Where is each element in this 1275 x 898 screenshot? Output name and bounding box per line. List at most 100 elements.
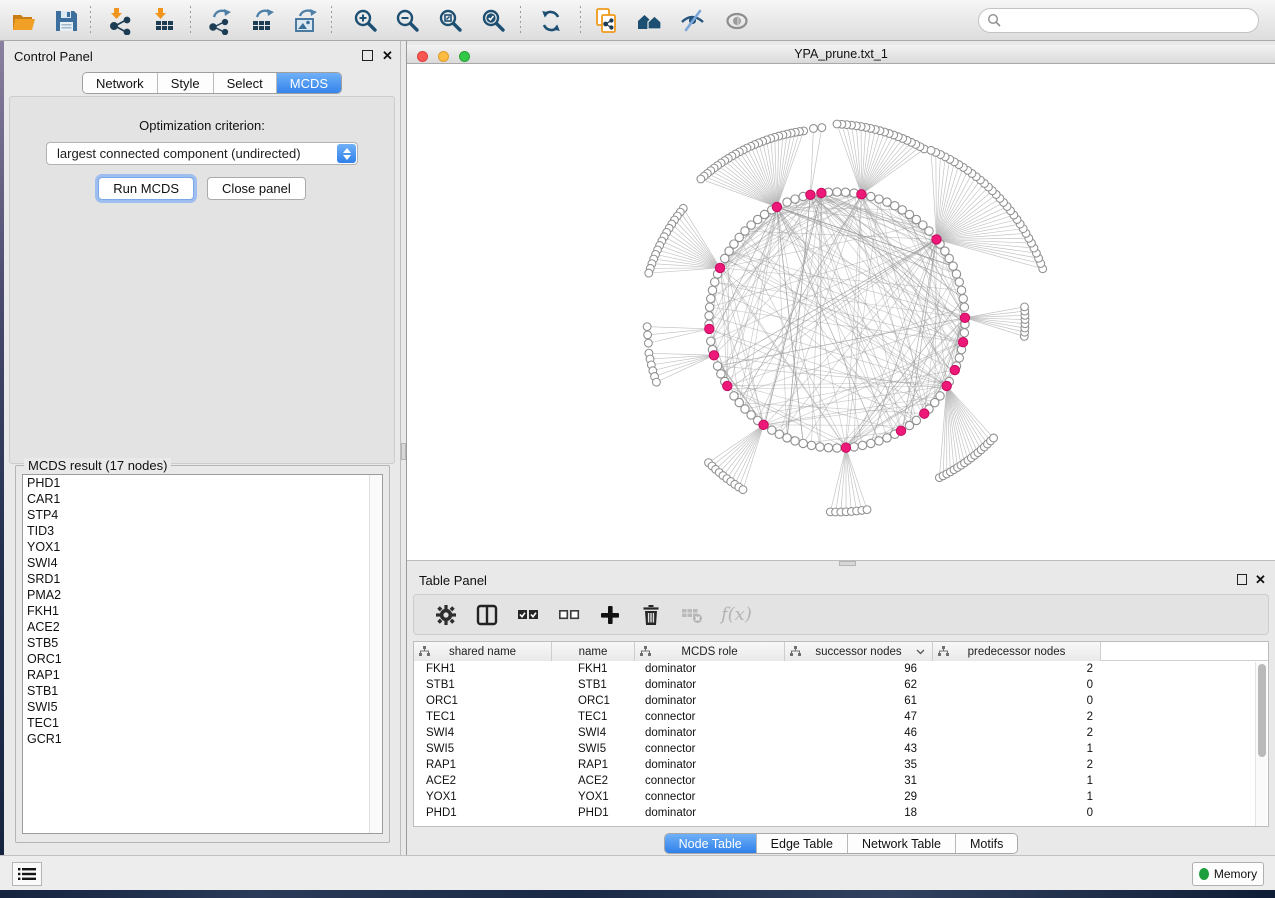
mcds-list-item[interactable]: SWI5 <box>23 699 382 715</box>
graph-hub-node[interactable] <box>709 351 718 360</box>
table-row[interactable]: PHD1PHD1dominator180 <box>414 805 1268 821</box>
graph-node[interactable] <box>883 198 891 206</box>
graph-node[interactable] <box>955 354 963 362</box>
graph-leaf-node[interactable] <box>643 323 651 331</box>
graph-node[interactable] <box>705 303 713 311</box>
export-network-icon[interactable] <box>206 7 234 35</box>
graph-hub-node[interactable] <box>932 235 941 244</box>
tab-node-table[interactable]: Node Table <box>665 834 757 853</box>
graph-node[interactable] <box>867 439 875 447</box>
scrollbar-thumb[interactable] <box>1258 664 1266 757</box>
zoom-out-icon[interactable] <box>394 7 422 35</box>
graph-node[interactable] <box>707 337 715 345</box>
show-all-icon[interactable] <box>723 7 751 35</box>
graph-hub-node[interactable] <box>715 263 724 272</box>
export-table-icon[interactable] <box>249 7 277 35</box>
table-row[interactable]: SWI4SWI4dominator462 <box>414 725 1268 741</box>
graph-hub-node[interactable] <box>772 202 781 211</box>
network-window-titlebar[interactable]: YPA_prune.txt_1 <box>407 45 1275 64</box>
graph-node[interactable] <box>949 262 957 270</box>
deselect-all-icon[interactable] <box>557 603 581 627</box>
run-mcds-button[interactable]: Run MCDS <box>98 177 194 200</box>
graph-leaf-node[interactable] <box>739 486 747 494</box>
window-minimize-icon[interactable] <box>438 51 449 62</box>
column-header-name[interactable]: name <box>552 642 635 661</box>
mcds-list-item[interactable]: SRD1 <box>23 571 382 587</box>
graph-leaf-node[interactable] <box>645 339 653 347</box>
tab-motifs[interactable]: Motifs <box>956 834 1017 853</box>
mcds-list-item[interactable]: ORC1 <box>23 651 382 667</box>
import-network-icon[interactable] <box>106 7 134 35</box>
task-history-button[interactable] <box>12 862 42 886</box>
graph-node[interactable] <box>952 270 960 278</box>
mcds-list-item[interactable]: ACE2 <box>23 619 382 635</box>
tab-edge-table[interactable]: Edge Table <box>757 834 848 853</box>
graph-node[interactable] <box>705 312 713 320</box>
window-close-icon[interactable] <box>417 51 428 62</box>
graph-node[interactable] <box>960 303 968 311</box>
mcds-list-item[interactable]: TEC1 <box>23 715 382 731</box>
float-panel-icon[interactable] <box>362 50 373 61</box>
table-scrollbar[interactable] <box>1255 662 1267 826</box>
search-input[interactable] <box>1002 11 1258 31</box>
graph-leaf-node[interactable] <box>645 269 653 277</box>
table-row[interactable]: ACE2ACE2connector311 <box>414 773 1268 789</box>
show-columns-icon[interactable] <box>475 603 499 627</box>
mcds-list-item[interactable]: PMA2 <box>23 587 382 603</box>
float-panel-icon[interactable] <box>1237 574 1247 585</box>
graph-leaf-node[interactable] <box>818 124 826 132</box>
graph-node[interactable] <box>841 188 849 196</box>
graph-node[interactable] <box>824 444 832 452</box>
hide-selected-icon[interactable] <box>679 7 707 35</box>
graph-node[interactable] <box>791 437 799 445</box>
graph-hub-node[interactable] <box>723 381 732 390</box>
graph-node[interactable] <box>833 188 841 196</box>
graph-hub-node[interactable] <box>841 443 850 452</box>
close-panel-button[interactable]: Close panel <box>207 177 306 200</box>
graph-hub-node[interactable] <box>958 338 967 347</box>
graph-hub-node[interactable] <box>920 409 929 418</box>
graph-leaf-node[interactable] <box>863 506 871 514</box>
graph-node[interactable] <box>807 441 815 449</box>
graph-node[interactable] <box>955 278 963 286</box>
table-row[interactable]: SWI5SWI5connector431 <box>414 741 1268 757</box>
mcds-list-item[interactable]: STB1 <box>23 683 382 699</box>
table-row[interactable]: TEC1TEC1connector472 <box>414 709 1268 725</box>
clone-network-icon[interactable] <box>593 7 621 35</box>
graph-node[interactable] <box>945 254 953 262</box>
column-header-MCDS-role[interactable]: MCDS role <box>635 642 785 661</box>
splitter-handle[interactable] <box>401 443 406 460</box>
table-row[interactable]: RAP1RAP1dominator352 <box>414 757 1268 773</box>
graph-node[interactable] <box>925 227 933 235</box>
mcds-list-item[interactable]: PHD1 <box>23 475 382 491</box>
network-canvas[interactable] <box>407 64 1275 560</box>
graph-node[interactable] <box>713 362 721 370</box>
graph-hub-node[interactable] <box>759 420 768 429</box>
graph-leaf-node[interactable] <box>653 378 661 386</box>
window-zoom-icon[interactable] <box>459 51 470 62</box>
horizontal-splitter[interactable] <box>407 560 1275 567</box>
import-table-icon[interactable] <box>150 7 178 35</box>
graph-hub-node[interactable] <box>857 190 866 199</box>
close-panel-icon[interactable]: ✕ <box>1255 572 1266 588</box>
splitter-handle[interactable] <box>839 561 856 566</box>
graph-node[interactable] <box>875 437 883 445</box>
graph-leaf-node[interactable] <box>1021 303 1029 311</box>
list-scrollbar[interactable] <box>369 475 382 833</box>
mcds-list-item[interactable]: TID3 <box>23 523 382 539</box>
graph-node[interactable] <box>959 295 967 303</box>
mcds-list-item[interactable]: FKH1 <box>23 603 382 619</box>
column-header-successor-nodes[interactable]: successor nodes <box>785 642 933 661</box>
graph-node[interactable] <box>858 441 866 449</box>
close-panel-icon[interactable]: ✕ <box>382 48 393 64</box>
table-options-gear-icon[interactable] <box>434 603 458 627</box>
select-all-icon[interactable] <box>516 603 540 627</box>
mcds-list-item[interactable]: YOX1 <box>23 539 382 555</box>
tab-mcds[interactable]: MCDS <box>277 73 341 94</box>
graph-node[interactable] <box>875 195 883 203</box>
graph-node[interactable] <box>783 434 791 442</box>
graph-hub-node[interactable] <box>942 381 951 390</box>
graph-node[interactable] <box>850 443 858 451</box>
graph-hub-node[interactable] <box>705 324 714 333</box>
graph-node[interactable] <box>711 278 719 286</box>
